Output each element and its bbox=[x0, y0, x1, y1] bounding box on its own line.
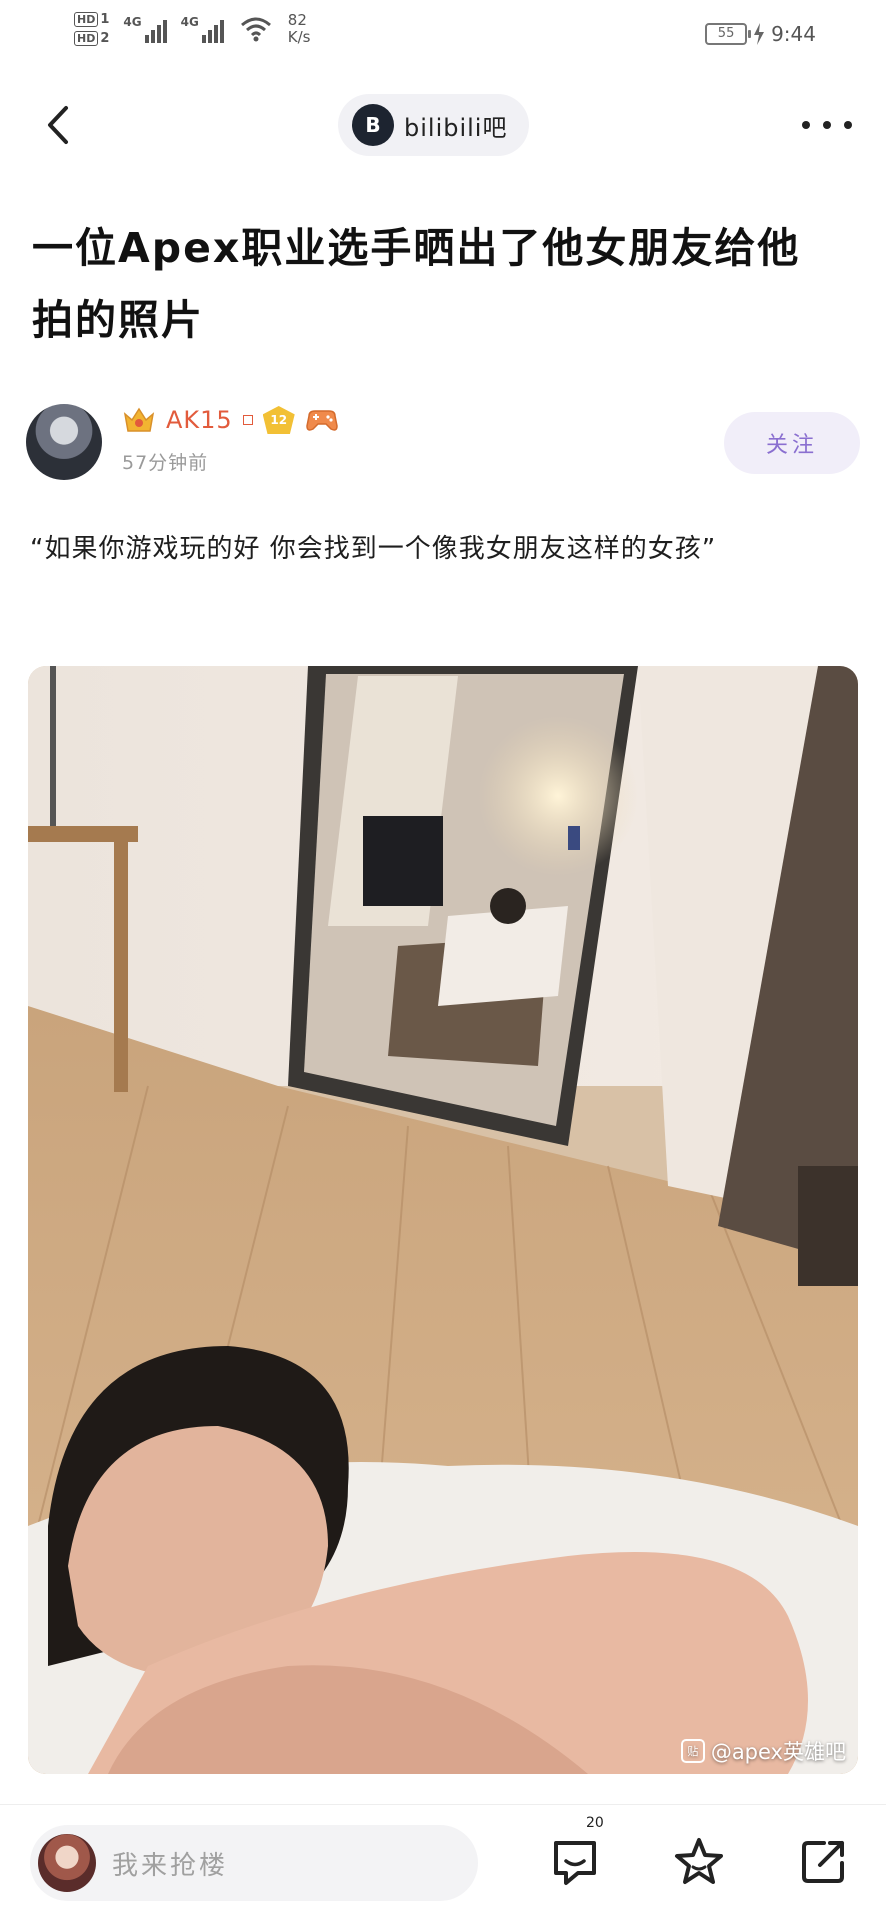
author-row: AK15 12 57分钟前 关注 bbox=[26, 404, 860, 480]
wifi-icon bbox=[240, 17, 271, 42]
signal-icon-2: 4G bbox=[181, 15, 224, 43]
forum-link[interactable]: B bilibili吧 bbox=[338, 94, 530, 156]
status-left: HD 1 HD 2 4G 4G 82 K/s bbox=[74, 12, 311, 46]
post-time: 57分钟前 bbox=[122, 452, 209, 474]
gamepad-icon bbox=[305, 410, 338, 431]
comment-count: 20 bbox=[586, 1815, 604, 1831]
tieba-icon: 贴 bbox=[680, 1739, 705, 1763]
more-icon[interactable] bbox=[802, 110, 852, 140]
status-right: 55 9:44 bbox=[705, 22, 816, 46]
signal-icon-1: 4G bbox=[123, 15, 167, 43]
follow-button[interactable]: 关注 bbox=[724, 412, 860, 474]
bottom-bar: 我来抢楼 20 bbox=[0, 1804, 886, 1920]
battery-icon: 55 bbox=[705, 23, 752, 45]
post-title: 一位Apex职业选手晒出了他女朋友给他拍的照片 bbox=[32, 224, 801, 344]
avatar[interactable] bbox=[26, 404, 102, 480]
level-badge: 12 bbox=[262, 406, 295, 434]
gender-icon bbox=[242, 415, 253, 425]
status-bar: HD 1 HD 2 4G 4G 82 K/s 55 9:44 bbox=[0, 0, 886, 70]
nav-bar: B bilibili吧 bbox=[0, 88, 886, 162]
back-icon[interactable] bbox=[40, 100, 80, 150]
hd2-indicator: HD 2 bbox=[74, 31, 109, 46]
forum-avatar: B bbox=[352, 104, 394, 146]
photo-illustration bbox=[28, 666, 858, 1774]
network-speed: 82 K/s bbox=[287, 11, 311, 46]
reply-placeholder: 我来抢楼 bbox=[112, 1850, 229, 1881]
author-name[interactable]: AK15 bbox=[166, 406, 233, 434]
post-body: “如果你游戏玩的好 你会找到一个像我女朋友这样的女孩” bbox=[30, 534, 717, 564]
crown-icon bbox=[123, 407, 155, 432]
hd-indicators: HD 1 HD 2 bbox=[74, 12, 109, 46]
post-photo[interactable]: 贴 @apex英雄吧 bbox=[28, 666, 858, 1774]
share-icon[interactable] bbox=[796, 1835, 850, 1889]
star-icon[interactable] bbox=[672, 1835, 726, 1889]
hd1-indicator: HD 1 bbox=[74, 12, 109, 27]
avatar bbox=[38, 1834, 96, 1892]
reply-input[interactable]: 我来抢楼 bbox=[30, 1825, 478, 1901]
charging-icon bbox=[754, 23, 765, 45]
forum-name: bilibili吧 bbox=[404, 113, 508, 142]
author-info: AK15 12 bbox=[122, 406, 339, 434]
watermark: 贴 @apex英雄吧 bbox=[680, 1736, 846, 1766]
comment-icon[interactable] bbox=[548, 1835, 602, 1889]
clock: 9:44 bbox=[771, 22, 816, 46]
watermark-text: @apex英雄吧 bbox=[710, 1740, 846, 1764]
